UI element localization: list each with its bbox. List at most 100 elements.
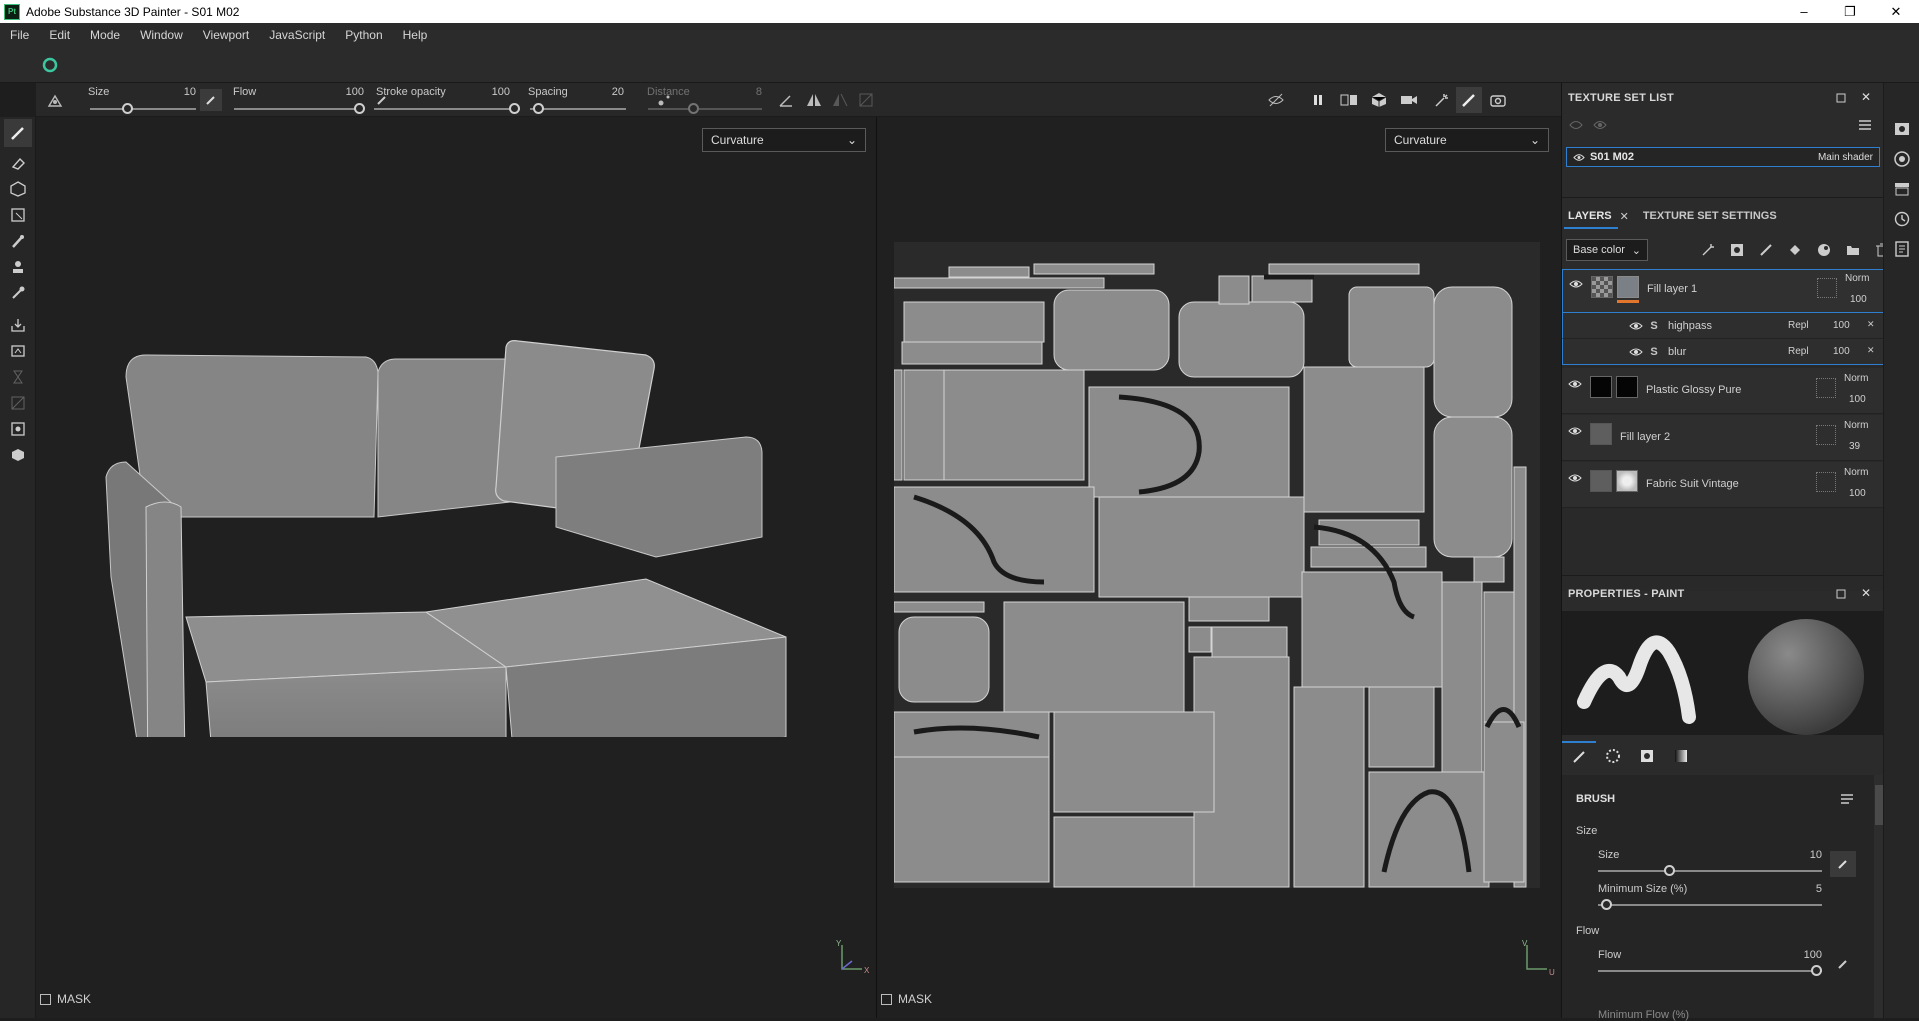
split-view-icon[interactable] (1336, 89, 1362, 111)
size-pen-pressure-icon[interactable] (200, 89, 222, 111)
pause-icon[interactable] (1306, 89, 1330, 111)
prop-flow-slider-knob[interactable] (1811, 965, 1822, 976)
symmetry-icon[interactable] (802, 89, 826, 111)
layer-blend-mode[interactable]: Norm (1844, 373, 1868, 384)
layer-opacity[interactable]: 100 (1849, 394, 1866, 405)
layer-blend-mode[interactable]: Norm (1844, 420, 1868, 431)
eye-icon[interactable] (1629, 321, 1643, 331)
prop-flow-slider[interactable] (1598, 965, 1822, 977)
flow-pressure-icon[interactable] (1832, 953, 1854, 975)
stencil-tab-icon[interactable] (1630, 741, 1664, 771)
layer-blend-mode[interactable]: Norm (1844, 467, 1868, 478)
plugin-ring-icon[interactable] (41, 56, 59, 74)
menu-edit[interactable]: Edit (39, 28, 80, 42)
flow-slider-knob[interactable] (354, 103, 365, 114)
layer-item[interactable]: Plastic Glossy Pure Norm 100 (1562, 368, 1884, 414)
remove-effect-icon[interactable]: ✕ (1867, 319, 1875, 330)
eye-icon[interactable] (1573, 153, 1585, 162)
viewport-2d-channel-select[interactable]: Curvature ⌄ (1385, 128, 1549, 152)
layer-opacity[interactable]: 100 (1849, 488, 1866, 499)
display-mode-cube-icon[interactable] (1366, 89, 1392, 111)
sofa-model[interactable] (86, 317, 866, 737)
spacing-slider-knob[interactable] (533, 103, 544, 114)
effect-item[interactable]: S highpass Repl 100 ✕ (1562, 313, 1884, 339)
effect-blend-mode[interactable]: Repl (1788, 320, 1809, 331)
remove-effect-icon[interactable]: ✕ (1867, 345, 1875, 356)
add-folder-icon[interactable] (1841, 239, 1864, 261)
effect-opacity[interactable]: 100 (1833, 320, 1850, 331)
stroke-opacity-slider-knob[interactable] (509, 103, 520, 114)
eye-icon[interactable] (1592, 117, 1608, 133)
layer-item[interactable]: Fill layer 2 Norm 39 (1562, 415, 1884, 461)
menu-file[interactable]: File (0, 28, 39, 42)
paint-tool-icon[interactable] (4, 119, 32, 147)
mask-checkbox[interactable] (881, 993, 892, 1005)
layer-item[interactable]: Fabric Suit Vintage Norm 100 (1562, 462, 1884, 508)
texture-set-item[interactable]: S01 M02 Main shader (1566, 147, 1880, 167)
menu-icon[interactable] (1856, 117, 1874, 133)
disabled-tool-icon[interactable] (6, 391, 30, 415)
viewport-2d-mask[interactable]: MASK (881, 992, 932, 1006)
prop-size-slider-knob[interactable] (1664, 865, 1675, 876)
menu-help[interactable]: Help (393, 28, 438, 42)
effect-blend-mode[interactable]: Repl (1788, 346, 1809, 357)
symmetry-mode-icon[interactable] (828, 89, 852, 111)
viewport-3d[interactable]: Curvature ⌄ Y X MASK (36, 117, 876, 1018)
spacing-slider[interactable] (530, 103, 626, 115)
section-menu-icon[interactable] (1840, 793, 1854, 805)
clone-tool-icon[interactable] (6, 255, 30, 279)
prop-min-size-slider[interactable] (1598, 899, 1822, 911)
angle-icon[interactable] (774, 89, 798, 111)
screenshot-icon[interactable] (1486, 89, 1510, 111)
hide-ui-icon[interactable] (1264, 89, 1288, 111)
eraser-tool-icon[interactable] (6, 151, 30, 175)
projection-icon[interactable] (854, 89, 878, 111)
shader-settings-icon[interactable] (1892, 149, 1912, 169)
history-icon[interactable] (1892, 209, 1912, 229)
add-smart-material-icon[interactable] (1812, 239, 1835, 261)
distance-slider-knob[interactable] (688, 103, 699, 114)
eye-icon[interactable] (1569, 279, 1583, 289)
display-settings-icon[interactable] (1892, 119, 1912, 139)
stroke-opacity-slider[interactable] (374, 103, 520, 115)
prop-size-slider[interactable] (1598, 865, 1822, 877)
close-window-button[interactable]: ✕ (1873, 0, 1919, 23)
shelf-icon[interactable] (1892, 179, 1912, 199)
layer-color-slot[interactable] (1816, 378, 1836, 398)
tab-layers[interactable]: LAYERS (1568, 210, 1612, 222)
menu-window[interactable]: Window (130, 28, 193, 42)
eye-icon[interactable] (1568, 473, 1582, 483)
effect-opacity[interactable]: 100 (1833, 346, 1850, 357)
mask-checkbox[interactable] (40, 993, 51, 1005)
eye-hidden-icon[interactable] (1568, 117, 1584, 133)
layer-color-slot[interactable] (1817, 278, 1837, 298)
bake-export-tool-icon[interactable] (6, 313, 30, 337)
size-slider-knob[interactable] (122, 103, 133, 114)
layer-color-slot[interactable] (1816, 472, 1836, 492)
stroke-settings-icon[interactable] (44, 91, 66, 111)
channel-select[interactable]: Base color ⌄ (1566, 239, 1648, 261)
effect-item[interactable]: S blur Repl 100 ✕ (1562, 339, 1884, 365)
geometry-mask-tool-icon[interactable] (6, 203, 30, 227)
uv-texture-map[interactable] (894, 242, 1540, 888)
layer-opacity[interactable]: 39 (1849, 441, 1860, 452)
eye-icon[interactable] (1568, 379, 1582, 389)
alpha-tab-icon[interactable] (1596, 741, 1630, 771)
prop-min-size-slider-knob[interactable] (1601, 899, 1612, 910)
viewport-3d-channel-select[interactable]: Curvature ⌄ (702, 128, 866, 152)
snapshot-tool-icon[interactable] (6, 417, 30, 441)
smudge-tool-icon[interactable] (6, 229, 30, 253)
tab-texture-set-settings[interactable]: TEXTURE SET SETTINGS (1643, 210, 1777, 222)
flow-slider[interactable] (234, 103, 365, 115)
camera-icon[interactable] (1396, 89, 1422, 111)
undock-icon[interactable] (1834, 91, 1848, 105)
add-mask-icon[interactable] (1725, 239, 1748, 261)
add-fill-layer-icon[interactable] (1783, 239, 1806, 261)
brush-tab-icon[interactable] (1562, 741, 1596, 771)
close-icon[interactable]: ✕ (1620, 210, 1629, 223)
hourglass-tool-icon[interactable] (6, 365, 30, 389)
pen-pressure-icon[interactable] (1830, 851, 1856, 877)
material-tab-icon[interactable] (1664, 741, 1698, 771)
menu-javascript[interactable]: JavaScript (259, 28, 335, 42)
mesh-map-tool-icon[interactable] (6, 339, 30, 363)
